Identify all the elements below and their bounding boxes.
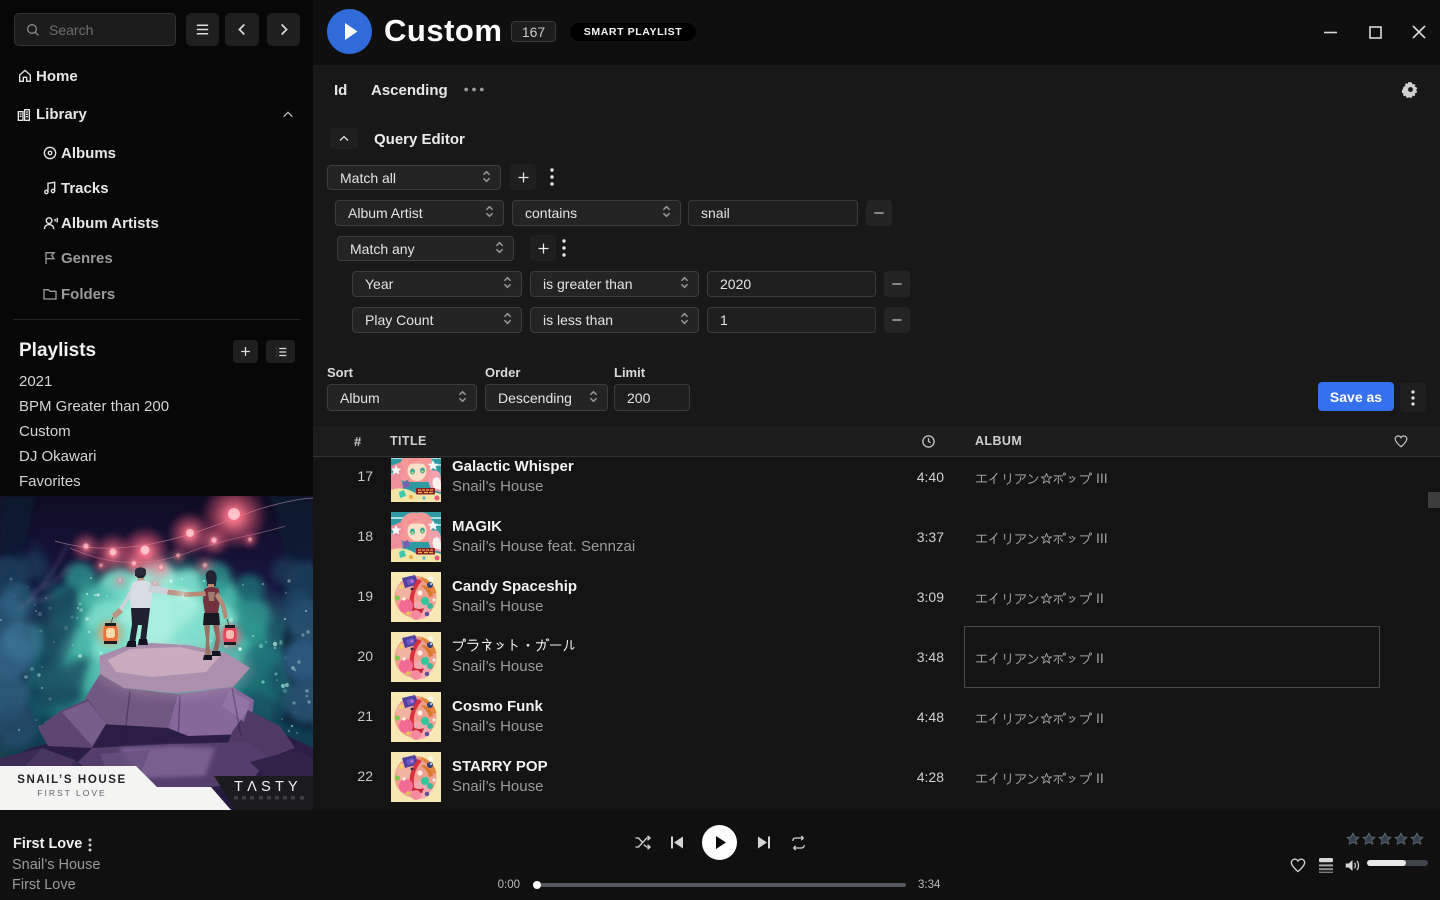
svg-text:FIRST LOVE: FIRST LOVE	[37, 788, 106, 798]
svg-text:SNAIL’S HOUSE: SNAIL’S HOUSE	[17, 774, 127, 786]
svg-text:TΛSTY: TΛSTY	[234, 779, 302, 795]
